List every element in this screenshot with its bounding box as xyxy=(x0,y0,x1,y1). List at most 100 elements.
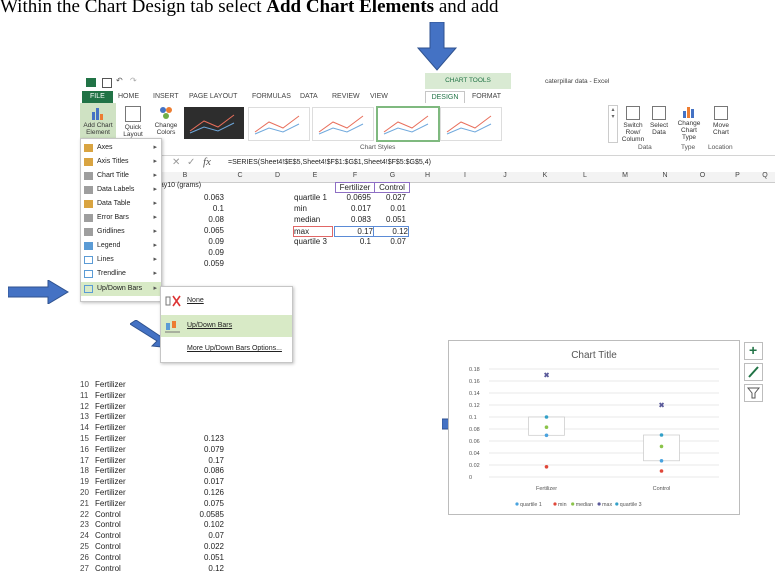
stat-label-cell[interactable]: min xyxy=(294,204,334,213)
row-number[interactable]: 19 xyxy=(80,477,94,486)
data-point[interactable]: ✖ xyxy=(659,402,665,410)
a-cell[interactable]: Control xyxy=(95,531,121,540)
stat-g-cell[interactable]: 0.07 xyxy=(374,237,406,246)
stat-g-cell-max[interactable]: 0.12 xyxy=(373,226,409,237)
b-value-cell[interactable]: 0.075 xyxy=(190,499,224,508)
chart-style-5[interactable] xyxy=(440,107,502,141)
tab-home[interactable]: HOME xyxy=(118,91,139,103)
stat-label-cell-max[interactable]: max xyxy=(293,226,333,237)
column-header[interactable]: I xyxy=(445,172,485,179)
chart-legend[interactable]: quartile 1 min median max quartile 3 xyxy=(515,502,642,508)
menu-item-error-bars[interactable]: Error Bars ▸ xyxy=(81,211,161,225)
b-header-cell[interactable]: day10 (grams) xyxy=(156,182,201,189)
data-point[interactable] xyxy=(544,465,549,469)
column-header[interactable]: D xyxy=(260,172,295,179)
menu-item-data-table[interactable]: Data Table ▸ xyxy=(81,197,161,211)
row-number[interactable]: 17 xyxy=(80,456,94,465)
stat-f-cell[interactable]: 0.0695 xyxy=(335,193,371,202)
chart-style-4-selected[interactable] xyxy=(376,106,440,142)
b-value-cell[interactable]: 0.123 xyxy=(190,434,224,443)
chart-title[interactable]: Chart Title xyxy=(571,350,617,361)
b-value-cell[interactable]: 0.102 xyxy=(190,520,224,529)
submenu-item-none[interactable]: None xyxy=(161,291,292,311)
menu-item-gridlines[interactable]: Gridlines ▸ xyxy=(81,225,161,239)
menu-item-axes[interactable]: Axes ▸ xyxy=(81,141,161,155)
gallery-scroll[interactable]: ▴ ▾ xyxy=(608,105,618,143)
a-cell[interactable]: Control xyxy=(95,510,121,519)
cancel-icon[interactable]: ✕ xyxy=(172,157,180,168)
row-number[interactable]: 24 xyxy=(80,531,94,540)
chart-styles-button[interactable] xyxy=(744,363,763,381)
a-cell[interactable]: Fertilizer xyxy=(95,488,126,497)
stat-g-cell[interactable]: 0.051 xyxy=(374,215,406,224)
data-point[interactable] xyxy=(544,425,549,429)
a-cell[interactable]: Fertilizer xyxy=(95,434,126,443)
b-value-cell[interactable]: 0.0585 xyxy=(190,510,224,519)
b-value-cell[interactable]: 0.059 xyxy=(190,259,224,268)
fertilizer-header-cell[interactable]: Fertilizer xyxy=(335,182,375,193)
change-chart-type-button[interactable]: Change Chart Type xyxy=(674,103,704,143)
undo-icon[interactable]: ↶ xyxy=(116,76,123,85)
a-cell[interactable]: Fertilizer xyxy=(95,380,126,389)
a-cell[interactable]: Fertilizer xyxy=(95,391,126,400)
row-number[interactable]: 20 xyxy=(80,488,94,497)
a-cell[interactable]: Fertilizer xyxy=(95,477,126,486)
row-number[interactable]: 14 xyxy=(80,423,94,432)
tab-formulas[interactable]: FORMULAS xyxy=(252,91,291,103)
b-value-cell[interactable]: 0.022 xyxy=(190,542,224,551)
stat-g-cell[interactable]: 0.01 xyxy=(374,204,406,213)
row-number[interactable]: 23 xyxy=(80,520,94,529)
stat-f-cell-max[interactable]: 0.17 xyxy=(334,226,374,237)
formula-input[interactable]: =SERIES(Sheet4!$E$5,Sheet4!$F$1:$G$1,She… xyxy=(228,159,431,166)
column-header[interactable]: M xyxy=(605,172,645,179)
row-number[interactable]: 22 xyxy=(80,510,94,519)
b-value-cell[interactable]: 0.017 xyxy=(190,477,224,486)
row-number[interactable]: 15 xyxy=(80,434,94,443)
b-value-cell[interactable]: 0.065 xyxy=(190,226,224,235)
b-value-cell[interactable]: 0.086 xyxy=(190,466,224,475)
menu-item-chart-title[interactable]: Chart Title ▸ xyxy=(81,169,161,183)
row-number[interactable]: 18 xyxy=(80,466,94,475)
b-value-cell[interactable]: 0.079 xyxy=(190,445,224,454)
chart-style-2[interactable] xyxy=(248,107,310,141)
tab-format[interactable]: FORMAT xyxy=(472,91,501,103)
move-chart-button[interactable]: Move Chart xyxy=(706,103,736,143)
column-header[interactable]: C xyxy=(220,172,260,179)
chart-filters-button[interactable] xyxy=(744,384,763,402)
row-number[interactable]: 16 xyxy=(80,445,94,454)
a-cell[interactable]: Control xyxy=(95,542,121,551)
tab-review[interactable]: REVIEW xyxy=(332,91,360,103)
a-cell[interactable]: Fertilizer xyxy=(95,445,126,454)
data-point[interactable] xyxy=(544,433,549,438)
column-header[interactable]: F xyxy=(335,172,375,179)
b-value-cell[interactable]: 0.063 xyxy=(190,193,224,202)
control-header-cell[interactable]: Control xyxy=(374,182,410,193)
column-header[interactable]: N xyxy=(645,172,685,179)
a-cell[interactable]: Control xyxy=(95,553,121,562)
b-value-cell[interactable]: 0.09 xyxy=(190,237,224,246)
a-cell[interactable]: Control xyxy=(95,520,121,529)
menu-item-trendline[interactable]: Trendline ▸ xyxy=(81,267,161,281)
data-point[interactable] xyxy=(544,415,549,419)
a-cell[interactable]: Fertilizer xyxy=(95,402,126,411)
save-icon[interactable] xyxy=(102,78,112,88)
column-header[interactable]: K xyxy=(525,172,565,179)
a-cell[interactable]: Control xyxy=(95,564,121,573)
b-value-cell[interactable]: 0.126 xyxy=(190,488,224,497)
tab-view[interactable]: VIEW xyxy=(370,91,388,103)
tab-insert[interactable]: INSERT xyxy=(153,91,179,103)
column-header[interactable]: H xyxy=(410,172,445,179)
menu-item-up-down-bars[interactable]: Up/Down Bars ▸ xyxy=(81,282,161,296)
column-header[interactable]: E xyxy=(295,172,335,179)
stat-f-cell[interactable]: 0.017 xyxy=(335,204,371,213)
function-icon[interactable]: fx xyxy=(203,156,211,168)
data-point[interactable]: ✖ xyxy=(544,372,550,380)
row-number[interactable]: 12 xyxy=(80,402,94,411)
a-cell[interactable]: Fertilizer xyxy=(95,499,126,508)
row-number[interactable]: 13 xyxy=(80,412,94,421)
submenu-item-more-options[interactable]: More Up/Down Bars Options... xyxy=(161,342,292,356)
stat-f-cell[interactable]: 0.1 xyxy=(335,237,371,246)
chart-style-1[interactable] xyxy=(184,107,244,139)
b-value-cell[interactable]: 0.12 xyxy=(190,564,224,573)
row-number[interactable]: 27 xyxy=(80,564,94,573)
